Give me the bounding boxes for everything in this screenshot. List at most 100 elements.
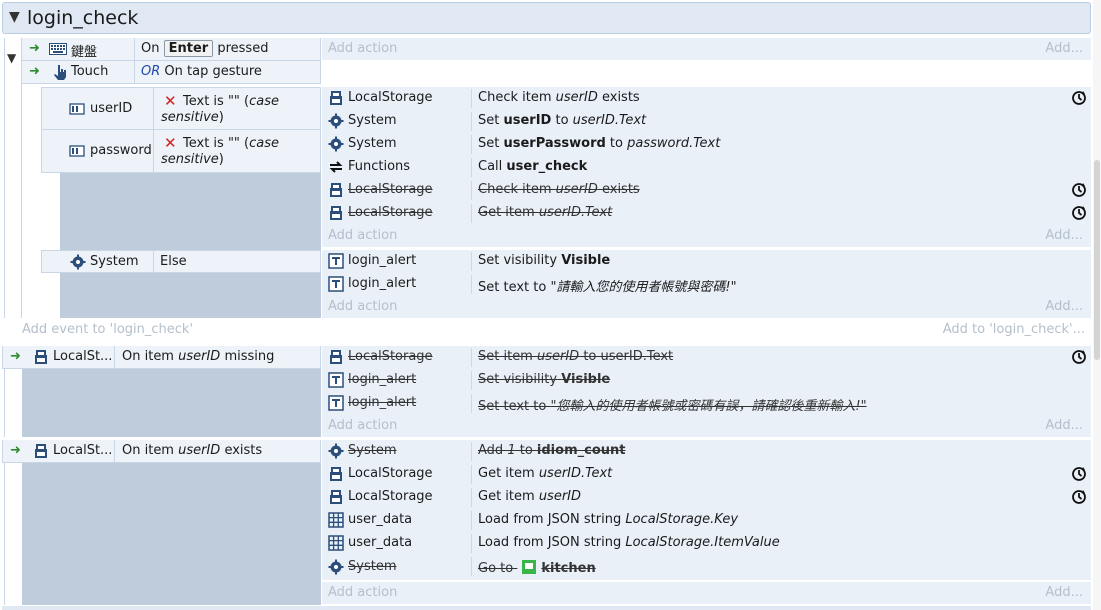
async-wait-icon — [1071, 349, 1087, 365]
condition-object: password — [90, 143, 152, 158]
action-text: Check item userID exists — [478, 90, 640, 105]
action-row[interactable]: System Set userPassword to password.Text — [322, 133, 1091, 156]
action-row[interactable]: LocalStorage Get item userID — [322, 486, 1091, 509]
action-row[interactable]: LocalStorage Get item userID.Text — [322, 463, 1091, 486]
divider — [153, 88, 154, 129]
localstorage-icon — [328, 205, 344, 221]
text-object-icon — [328, 372, 344, 388]
action-text: Load from JSON string LocalStorage.Key — [478, 512, 739, 527]
localstorage-icon — [328, 466, 344, 482]
scrollbar-thumb[interactable] — [1094, 160, 1100, 360]
condition-userid[interactable]: userID ✕ Text is "" (case sensitive) — [42, 88, 320, 130]
condition-text: Text is "" (case sensitive) — [161, 94, 279, 125]
action-object: System — [348, 136, 397, 151]
action-object: login_alert — [348, 395, 417, 410]
add-action-row[interactable]: Add action Add... — [322, 296, 1091, 318]
layout-icon — [521, 559, 537, 575]
divider — [471, 442, 472, 461]
action-row[interactable]: login_alert Set visibility Visible — [322, 250, 1091, 273]
json-grid-icon — [328, 512, 344, 528]
action-row-disabled[interactable]: System Add 1 to idiom_count — [322, 440, 1091, 463]
condition-object: 鍵盤 — [71, 45, 98, 60]
divider — [471, 89, 472, 108]
action-row-disabled[interactable]: LocalStorage Set item userID to userID.T… — [322, 346, 1091, 369]
action-text: Set userID to userID.Text — [478, 113, 647, 128]
event-collapse-icon[interactable]: ▼ — [7, 51, 16, 65]
action-row-disabled[interactable]: login_alert Set text to "您輸入的使用者帳號或密碼有誤，… — [322, 392, 1091, 415]
action-text: Set text to "請輸入您的使用者帳號與密碼!" — [478, 280, 737, 295]
gear-icon — [328, 136, 344, 152]
condition-text: On item userID exists — [122, 443, 263, 458]
add-action-row[interactable]: Add action Add... — [322, 415, 1091, 437]
text-object-icon — [328, 395, 344, 411]
condition-keyboard[interactable]: ➜ 鍵盤 On Enter pressed — [22, 38, 321, 61]
condition-text: On Enter pressed — [141, 40, 269, 57]
action-row-disabled[interactable]: login_alert Set visibility Visible — [322, 369, 1091, 392]
vertical-scrollbar[interactable] — [1093, 0, 1101, 610]
touch-icon — [52, 64, 68, 80]
localstorage-icon — [328, 182, 344, 198]
add-event-row[interactable]: Add event to 'login_check' Add to 'login… — [22, 320, 1091, 340]
action-object: LocalStorage — [348, 489, 433, 504]
action-text: Get item userID.Text — [478, 205, 613, 220]
action-object: login_alert — [348, 372, 417, 387]
action-row[interactable]: user_data Load from JSON string LocalSto… — [322, 532, 1091, 555]
group-header[interactable]: ▼ login_check — [2, 2, 1091, 34]
key-badge: Enter — [163, 40, 214, 57]
sub-event-conditions[interactable]: userID ✕ Text is "" (case sensitive) pas… — [41, 87, 321, 173]
condition-item-missing[interactable]: ➜ LocalSt... On item userID missing — [2, 346, 321, 369]
action-text: Get item userID.Text — [478, 466, 613, 481]
action-object: user_data — [348, 535, 413, 550]
add-action-row[interactable]: Add action Add... — [322, 38, 1091, 60]
action-row-disabled[interactable]: LocalStorage Check item userID exists — [322, 179, 1091, 202]
async-wait-icon — [1071, 90, 1087, 106]
condition-else[interactable]: System Else — [41, 250, 321, 273]
action-row-disabled[interactable]: LocalStorage Get item userID.Text — [322, 202, 1091, 225]
action-text: Set visibility Visible — [478, 253, 611, 268]
action-row[interactable]: Functions Call user_check — [322, 156, 1091, 179]
collapse-triangle-icon[interactable]: ▼ — [9, 9, 20, 25]
localstorage-icon — [328, 90, 344, 106]
action-text: Set userPassword to password.Text — [478, 136, 721, 151]
trigger-arrow-icon: ➜ — [10, 443, 21, 458]
divider — [471, 252, 472, 271]
divider — [471, 135, 472, 154]
async-wait-icon — [1071, 182, 1087, 198]
divider — [471, 488, 472, 507]
condition-item-exists[interactable]: ➜ LocalSt... On item userID exists — [2, 440, 321, 463]
divider — [471, 348, 472, 367]
condition-password[interactable]: password ✕ Text is "" (case sensitive) — [42, 130, 320, 172]
action-row[interactable]: LocalStorage Check item userID exists — [322, 87, 1091, 110]
action-row[interactable]: user_data Load from JSON string LocalSto… — [322, 509, 1091, 532]
json-grid-icon — [328, 535, 344, 551]
action-row-disabled[interactable]: System Go to kitchen — [322, 555, 1091, 580]
action-row[interactable]: login_alert Set text to "請輸入您的使用者帳號與密碼!" — [322, 273, 1091, 296]
action-text: Set text to "您輸入的使用者帳號或密碼有誤，請確認後重新輸入!" — [478, 399, 867, 414]
trigger-arrow-icon: ➜ — [29, 41, 40, 56]
add-to-group-link[interactable]: Add to 'login_check'... — [943, 322, 1085, 337]
action-object: LocalStorage — [348, 466, 433, 481]
textinput-icon — [69, 143, 85, 159]
add-action-row[interactable]: Add action Add... — [322, 225, 1091, 247]
divider — [134, 61, 135, 83]
action-text: Add 1 to idiom_count — [478, 443, 626, 458]
divider — [134, 38, 135, 60]
action-object: login_alert — [348, 253, 417, 268]
condition-object: Touch — [71, 64, 109, 79]
action-row[interactable]: System Set userID to userID.Text — [322, 110, 1091, 133]
divider — [153, 130, 154, 172]
add-event-link[interactable]: Add event to 'login_check' — [22, 322, 193, 337]
text-object-icon — [328, 253, 344, 269]
add-action-row[interactable]: Add action Add... — [322, 582, 1091, 604]
event-block — [22, 440, 321, 605]
divider — [471, 275, 472, 294]
tree-line — [4, 440, 5, 605]
condition-object: LocalSt... — [53, 443, 113, 458]
divider — [471, 557, 472, 576]
action-object: LocalStorage — [348, 90, 433, 105]
async-wait-icon — [1071, 205, 1087, 221]
divider — [471, 394, 472, 413]
group-title: login_check — [27, 7, 139, 29]
condition-touch[interactable]: ➜ Touch OR On tap gesture — [22, 61, 321, 84]
tree-line — [4, 38, 5, 318]
